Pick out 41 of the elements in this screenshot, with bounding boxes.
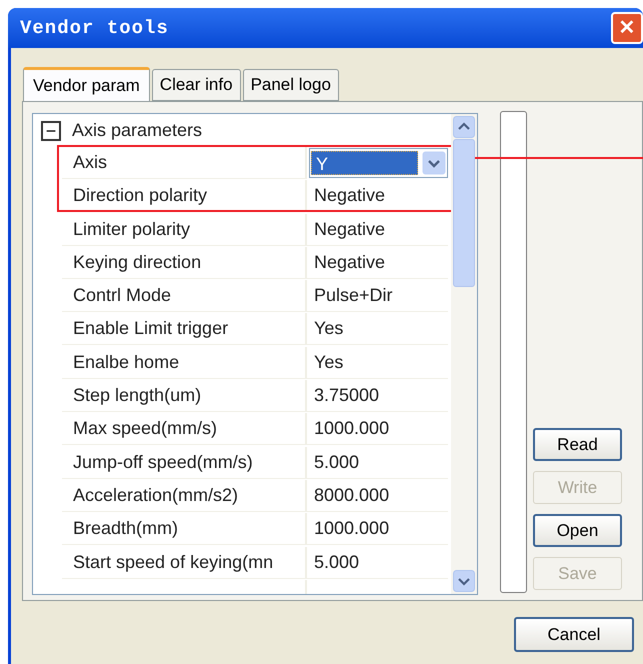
side-button[interactable]: Read bbox=[533, 428, 622, 461]
property-value: Yes bbox=[307, 313, 448, 346]
property-value: Negative bbox=[307, 246, 448, 279]
property-name: Direction polarity bbox=[62, 180, 307, 212]
window-title: Vendor tools bbox=[20, 16, 169, 41]
list-box[interactable] bbox=[500, 111, 527, 593]
property-value: Yes bbox=[307, 346, 448, 379]
vertical-scrollbar[interactable] bbox=[451, 114, 477, 594]
footer-button[interactable]: Cancel bbox=[514, 617, 634, 652]
property-name: Jump-off speed(mm/s) bbox=[62, 446, 307, 479]
property-value: 1000.000 bbox=[307, 413, 448, 446]
property-name: Start speed of keying(mn bbox=[62, 546, 307, 579]
property-name: Enable Limit trigger bbox=[62, 313, 307, 346]
scroll-up-icon[interactable] bbox=[453, 116, 475, 138]
property-name: Acceleration(mm/s2) bbox=[62, 480, 307, 512]
tab[interactable]: Clear info bbox=[152, 69, 241, 101]
close-button[interactable]: ✕ bbox=[611, 12, 643, 44]
group-label: Axis parameters bbox=[72, 119, 202, 142]
property-name: Keying direction bbox=[62, 246, 307, 279]
tab[interactable]: Vendor param bbox=[23, 67, 150, 102]
property-name: Breadth(mm) bbox=[62, 513, 307, 546]
property-name: Contrl Mode bbox=[62, 280, 307, 312]
collapse-toggle[interactable]: − bbox=[41, 120, 61, 140]
property-name: Enalbe home bbox=[62, 346, 307, 379]
property-name: Limiter polarity bbox=[62, 214, 307, 246]
scroll-thumb[interactable] bbox=[453, 139, 475, 287]
tab[interactable]: Panel logo bbox=[242, 69, 339, 101]
property-value: 3.75000 bbox=[307, 380, 448, 412]
property-value: 8000.000 bbox=[307, 480, 448, 512]
property-value: 5.000 bbox=[307, 546, 448, 579]
property-name: Max speed(mm/s) bbox=[62, 413, 307, 446]
property-name: Step length(um) bbox=[62, 380, 307, 412]
property-name: Axis bbox=[62, 147, 307, 179]
property-value: 1000.000 bbox=[307, 513, 448, 546]
property-value: Pulse+Dir bbox=[307, 280, 448, 312]
property-value: Negative bbox=[307, 180, 448, 212]
scroll-down-icon[interactable] bbox=[453, 570, 475, 592]
property-value: Negative bbox=[307, 214, 448, 246]
side-button[interactable]: Open bbox=[533, 514, 622, 547]
property-value: 5.000 bbox=[307, 446, 448, 479]
axis-dropdown[interactable]: Y bbox=[309, 148, 448, 178]
